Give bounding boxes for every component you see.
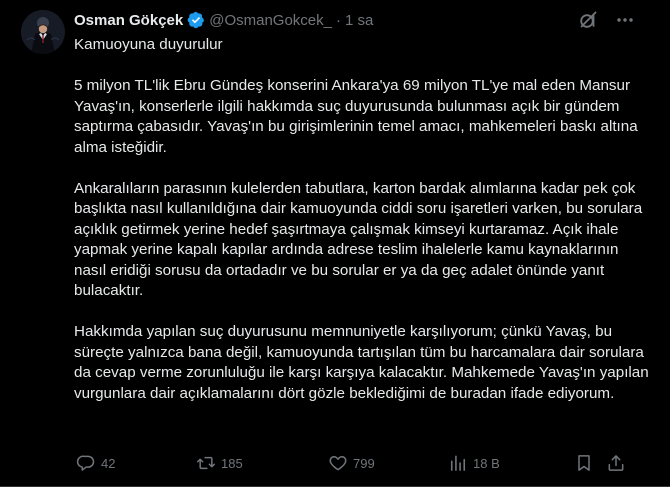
tweet-paragraph: 5 milyon TL'lik Ebru Gündeş konserini An… xyxy=(74,77,638,156)
separator-dot: · xyxy=(336,11,341,29)
like-button[interactable]: 799 xyxy=(328,452,375,474)
author-name[interactable]: Osman Gökçek xyxy=(74,12,183,29)
views-count: 18 B xyxy=(473,455,500,471)
avatar-image xyxy=(21,10,65,54)
tweet-title-line: Kamuoyuna duyurulur xyxy=(74,36,223,53)
tweet-paragraph: Hakkımda yapılan suç duyurusunu memnuniy… xyxy=(74,323,649,402)
bookmark-button[interactable] xyxy=(574,452,594,474)
heart-icon xyxy=(329,456,347,471)
share-icon xyxy=(608,455,624,471)
views-icon xyxy=(450,455,466,471)
verified-badge-icon[interactable] xyxy=(187,11,205,29)
like-count: 799 xyxy=(353,455,375,471)
avatar[interactable] xyxy=(21,10,65,54)
tweet-paragraph: Ankaralıların parasının kulelerden tabut… xyxy=(74,179,643,300)
views-button[interactable]: 18 B xyxy=(448,452,500,474)
tweet-text: Kamuoyuna duyurulur 5 milyon TL'lik Ebru… xyxy=(74,35,649,404)
bookmark-icon xyxy=(578,455,590,471)
retweet-button[interactable]: 185 xyxy=(196,452,243,474)
tweet[interactable]: Osman Gökçek @OsmanGokcek_ · 1 sa Kamuoy… xyxy=(0,0,670,487)
retweet-count: 185 xyxy=(221,455,243,471)
reply-count: 42 xyxy=(101,455,116,471)
author-handle[interactable]: @OsmanGokcek_ xyxy=(209,12,332,29)
more-icon[interactable] xyxy=(614,9,636,31)
retweet-icon xyxy=(196,456,216,470)
share-button[interactable] xyxy=(606,452,626,474)
grok-icon[interactable] xyxy=(577,9,599,31)
action-bar: 42 185 799 18 B xyxy=(72,452,632,474)
tweet-header: Osman Gökçek @OsmanGokcek_ · 1 sa xyxy=(74,9,373,31)
timestamp[interactable]: 1 sa xyxy=(345,12,373,29)
reply-button[interactable]: 42 xyxy=(76,452,115,474)
reply-icon xyxy=(76,455,95,471)
